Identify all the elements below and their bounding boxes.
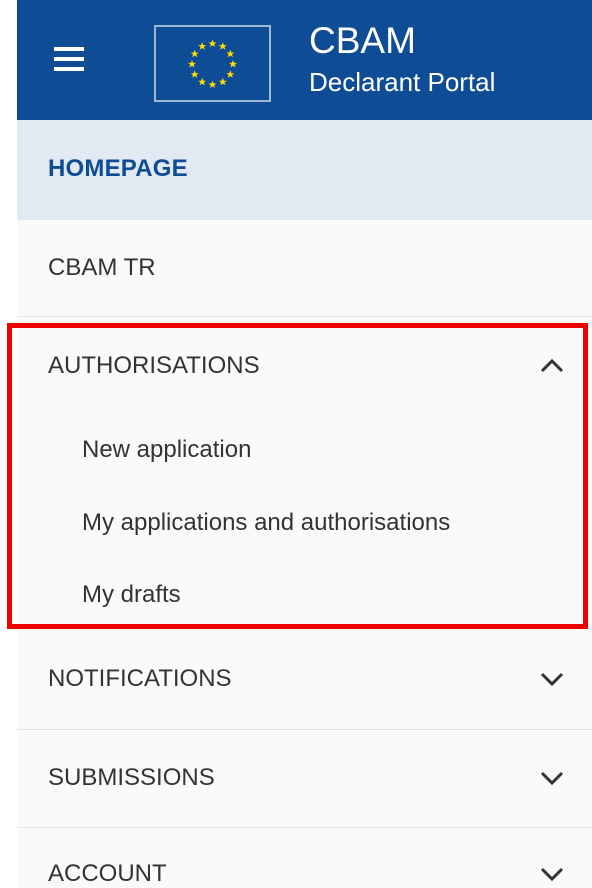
portal-subtitle: Declarant Portal (309, 67, 496, 97)
nav-item-authorisations[interactable]: AUTHORISATIONS (48, 352, 260, 380)
eu-flag-icon (154, 25, 271, 102)
divider (17, 729, 592, 730)
nav-subitem-new-application[interactable]: New application (82, 436, 251, 464)
page: CBAM Declarant Portal HOMEPAGE CBAM TR A… (0, 0, 592, 888)
chevron-down-icon[interactable] (537, 768, 567, 788)
nav-subitem-my-applications[interactable]: My applications and authorisations (82, 509, 450, 537)
nav-subitem-my-drafts[interactable]: My drafts (82, 581, 181, 609)
portal-title: CBAM (309, 20, 416, 61)
nav-item-homepage-label[interactable]: HOMEPAGE (48, 155, 188, 183)
side-navigation: CBAM Declarant Portal HOMEPAGE CBAM TR A… (17, 0, 592, 888)
divider (17, 316, 592, 317)
hamburger-menu-icon[interactable] (54, 47, 84, 71)
chevron-down-icon[interactable] (537, 669, 567, 689)
nav-item-account[interactable]: ACCOUNT (48, 860, 167, 888)
nav-item-submissions[interactable]: SUBMISSIONS (48, 764, 215, 792)
divider (17, 827, 592, 828)
chevron-down-icon[interactable] (537, 864, 567, 884)
chevron-up-icon[interactable] (537, 356, 567, 376)
nav-item-notifications[interactable]: NOTIFICATIONS (48, 665, 232, 693)
portal-header: CBAM Declarant Portal (17, 0, 592, 120)
nav-item-cbam-tr[interactable]: CBAM TR (48, 254, 156, 282)
